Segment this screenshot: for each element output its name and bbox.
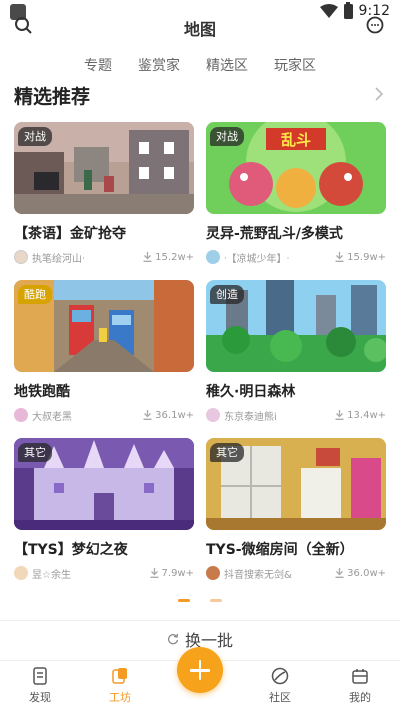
tab-topics[interactable]: 专题 [84,55,112,75]
map-title: 【TYS】梦幻之夜 [14,542,128,558]
map-card[interactable]: 酷跑 地铁跑酷 大叔老黑 36.1w+ [14,280,194,438]
download-value: 7.9w+ [161,567,194,579]
avatar [206,408,220,422]
page-dot[interactable] [210,599,222,602]
tab-community[interactable]: 社区 [250,666,310,705]
create-button[interactable] [177,647,223,693]
tab-workshop-label: 工坊 [109,691,131,704]
map-meta: 抖音搜索无剑& 36.0w+ [206,565,386,581]
download-count: 36.0w+ [335,568,386,579]
map-card[interactable]: 其它 TYS-微缩房间（全新） 抖音搜索无剑& 36.0w+ [206,438,386,596]
map-title: TYS-微缩房间（全新） [206,542,354,558]
map-title: 地铁跑酷 [14,384,70,400]
avatar [206,566,220,580]
download-icon [143,252,152,262]
tab-connoisseur[interactable]: 鉴赏家 [138,55,180,75]
message-icon[interactable] [366,16,384,34]
category-tag: 酷跑 [18,285,52,304]
avatar [14,408,28,422]
map-title: 灵异-荒野乱斗/多模式 [206,226,343,242]
author-name: 抖音搜索无剑& [224,569,292,581]
author-name: 昱☆余生 [32,569,71,581]
map-title: 【茶语】金矿抢夺 [14,226,126,242]
page-indicator [0,599,400,602]
tab-mine[interactable]: 我的 [330,666,390,705]
map-meta: 执笔绘河山ᐧ 15.2w+ [14,249,194,265]
category-tag: 其它 [18,443,52,462]
author-name: 执笔绘河山ᐧ [32,253,85,265]
download-icon [150,568,159,578]
map-meta: 昱☆余生 7.9w+ [14,565,194,581]
download-value: 36.0w+ [347,567,386,579]
map-card[interactable]: 乱斗 对战 灵异-荒野乱斗/多模式 ᐧ【凉城少年】ᐧ 15.9w+ [206,122,386,280]
category-tag: 其它 [210,443,244,462]
map-thumbnail: 其它 [206,438,386,530]
map-title: 稚久·明日森林 [206,384,296,400]
map-grid: 对战 【茶语】金矿抢夺 执笔绘河山ᐧ 15.2w+ 乱斗 对战 灵异-荒野乱斗/… [14,122,386,596]
page-dot-active[interactable] [178,599,190,602]
download-value: 15.9w+ [347,251,386,263]
tab-workshop[interactable]: 工坊 [90,666,150,705]
workshop-icon [112,668,127,684]
section-header: 精选推荐 [14,82,386,108]
top-bar: 地图 [0,14,400,39]
avatar [206,250,220,264]
discover-icon [33,667,47,685]
avatar [14,250,28,264]
map-thumbnail: 其它 [14,438,194,530]
profile-icon [352,669,368,684]
community-icon [271,667,289,685]
map-card[interactable]: 其它 【TYS】梦幻之夜 昱☆余生 7.9w+ [14,438,194,596]
map-thumbnail: 对战 [14,122,194,214]
download-icon [335,410,344,420]
section-title: 精选推荐 [14,86,91,108]
page-title: 地图 [183,20,216,39]
tab-discover[interactable]: 发现 [10,666,70,705]
refresh-label: 换一批 [184,630,233,650]
map-meta: 东京泰迪熊i 13.4w+ [206,407,386,423]
map-thumbnail: 乱斗 对战 [206,122,386,214]
sub-tabs: 专题 鉴赏家 精选区 玩家区 [0,55,400,75]
download-count: 36.1w+ [143,410,194,421]
map-card[interactable]: 对战 【茶语】金矿抢夺 执笔绘河山ᐧ 15.2w+ [14,122,194,280]
download-icon [143,410,152,420]
category-tag: 创造 [210,285,244,304]
download-value: 13.4w+ [347,409,386,421]
download-icon [335,252,344,262]
category-tag: 对战 [18,127,52,146]
map-meta: 大叔老黑 36.1w+ [14,407,194,423]
tab-discover-label: 发现 [29,691,51,704]
refresh-icon [167,633,179,644]
download-count: 15.9w+ [335,252,386,263]
map-thumbnail: 创造 [206,280,386,372]
download-count: 7.9w+ [150,568,194,579]
author-name: ᐧ【凉城少年】ᐧ [224,253,290,265]
download-value: 36.1w+ [155,409,194,421]
author-name: 东京泰迪熊i [224,411,277,423]
tab-mine-label: 我的 [349,691,371,704]
author-name: 大叔老黑 [32,411,72,423]
bottom-tab-bar: 发现 工坊 社区 我的 [0,647,400,710]
map-thumbnail: 酷跑 [14,280,194,372]
download-icon [335,568,344,578]
avatar [14,566,28,580]
tab-featured[interactable]: 精选区 [206,55,248,75]
map-card[interactable]: 创造 稚久·明日森林 东京泰迪熊i 13.4w+ [206,280,386,438]
download-count: 15.2w+ [143,252,194,263]
svg-text:乱斗: 乱斗 [281,131,311,149]
category-tag: 对战 [210,127,244,146]
tab-community-label: 社区 [269,691,291,704]
download-count: 13.4w+ [335,410,386,421]
map-meta: ᐧ【凉城少年】ᐧ 15.9w+ [206,249,386,265]
download-value: 15.2w+ [155,251,194,263]
chevron-right-icon[interactable] [375,87,384,101]
tab-players[interactable]: 玩家区 [274,55,316,75]
